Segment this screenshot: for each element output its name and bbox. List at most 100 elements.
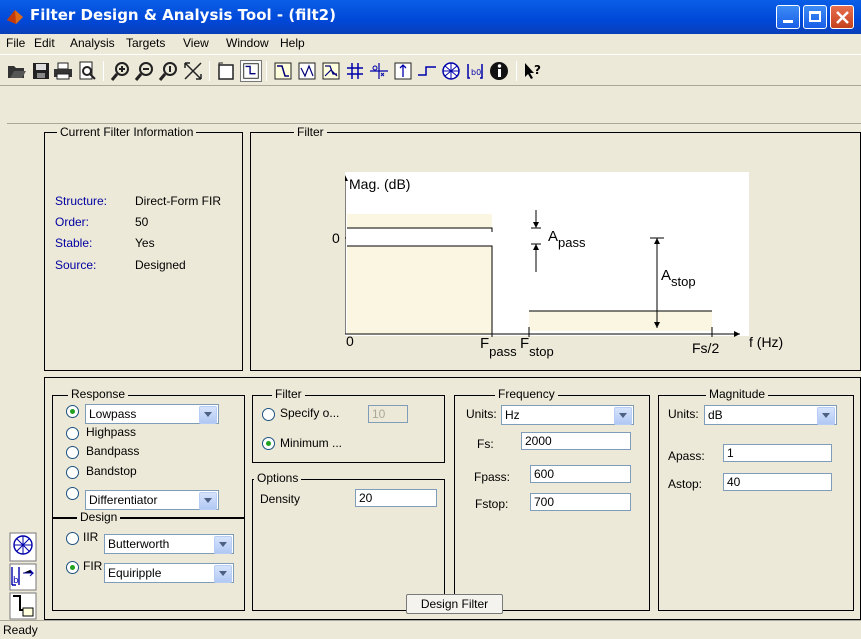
- filter-spec-diagram: [345, 172, 749, 337]
- lowpass-select[interactable]: Lowpass: [85, 404, 219, 424]
- current-filter-info-legend: Current Filter Information: [57, 125, 197, 139]
- order-value: 50: [135, 215, 149, 229]
- chevron-down-icon: [214, 565, 232, 583]
- minimum-order-radio[interactable]: [262, 437, 275, 450]
- bandpass-label: Bandpass: [86, 444, 140, 458]
- source-label: Source:: [55, 258, 97, 272]
- minimum-order-label: Minimum ...: [280, 436, 343, 450]
- zoom-in-icon[interactable]: [110, 60, 132, 82]
- fs-label: Fs:: [477, 437, 494, 451]
- menu-analysis[interactable]: Analysis: [70, 36, 115, 50]
- filter-spec-graphic: [345, 175, 740, 337]
- iir-label: IIR: [83, 530, 99, 544]
- step-response-icon[interactable]: [416, 60, 438, 82]
- menu-file[interactable]: File: [6, 36, 25, 50]
- astop-input[interactable]: 40: [723, 473, 832, 491]
- toolbar: b0 ?: [0, 54, 861, 86]
- chevron-down-icon: [817, 407, 835, 425]
- new-figure-icon[interactable]: [215, 60, 237, 82]
- status-bar: Ready: [0, 620, 861, 639]
- chevron-down-icon: [199, 406, 217, 424]
- density-label: Density: [260, 492, 301, 506]
- apass-field-label: Apass:: [668, 449, 705, 463]
- fstop-input[interactable]: 700: [530, 493, 631, 511]
- fs-input[interactable]: 2000: [521, 432, 631, 450]
- design-filter-mode-icon[interactable]: [240, 60, 262, 82]
- filter-coefficients-icon[interactable]: [440, 60, 462, 82]
- magnitude-phase-icon[interactable]: [320, 60, 342, 82]
- magnitude-panel: [658, 395, 854, 611]
- iir-method-select[interactable]: Butterworth: [104, 534, 234, 554]
- frequency-legend: Frequency: [495, 387, 558, 401]
- fpass-input[interactable]: 600: [530, 465, 631, 483]
- design-filter-panel-icon[interactable]: [9, 592, 37, 620]
- stable-label: Stable:: [55, 236, 93, 250]
- whats-this-help-icon[interactable]: ?: [522, 60, 544, 82]
- mag-units-select[interactable]: dB: [704, 405, 837, 425]
- lowpass-radio[interactable]: [66, 405, 79, 418]
- design-filter-button[interactable]: Design Filter: [406, 594, 503, 614]
- highpass-label: Highpass: [86, 425, 137, 439]
- close-button[interactable]: [830, 5, 854, 29]
- differentiator-radio[interactable]: [66, 487, 79, 500]
- group-delay-icon[interactable]: [344, 60, 366, 82]
- bandstop-radio[interactable]: [66, 466, 79, 479]
- full-view-icon[interactable]: [182, 60, 204, 82]
- fstop-field-label: Fstop:: [475, 497, 509, 511]
- maximize-button[interactable]: [803, 5, 827, 29]
- specify-order-radio[interactable]: [262, 408, 275, 421]
- menu-help[interactable]: Help: [280, 36, 305, 50]
- window-title: Filter Design & Analysis Tool - (filt2): [30, 6, 336, 24]
- fs-half-label: Fs/2: [692, 340, 720, 356]
- svg-text:?: ?: [534, 63, 541, 77]
- zoom-y-icon[interactable]: [158, 60, 180, 82]
- impulse-response-icon[interactable]: [392, 60, 414, 82]
- info-icon[interactable]: [488, 60, 510, 82]
- bandpass-radio[interactable]: [66, 446, 79, 459]
- menu-window[interactable]: Window: [226, 36, 269, 50]
- minimize-icon: [783, 20, 793, 23]
- menu-targets[interactable]: Targets: [126, 36, 165, 50]
- maximize-icon: [809, 11, 821, 22]
- print-preview-icon[interactable]: [76, 60, 98, 82]
- menu-view[interactable]: View: [183, 36, 209, 50]
- status-text: Ready: [3, 623, 38, 637]
- freq-axis-label: f (Hz): [749, 334, 784, 350]
- menu-edit[interactable]: Edit: [34, 36, 55, 50]
- minimize-button[interactable]: [776, 5, 800, 29]
- filter-order-legend: Filter: [272, 387, 305, 401]
- specify-order-label: Specify o...: [280, 406, 340, 420]
- current-filter-info-panel: [44, 132, 243, 371]
- phase-response-icon[interactable]: [296, 60, 318, 82]
- mag-units-label: Units:: [668, 407, 699, 421]
- zoom-x-icon[interactable]: [134, 60, 156, 82]
- realize-model-icon[interactable]: b: [9, 563, 37, 591]
- astop-field-label: Astop:: [668, 477, 703, 491]
- freq-units-select[interactable]: Hz: [501, 405, 634, 425]
- source-value: Designed: [135, 258, 186, 272]
- filter-diagram-legend: Filter: [294, 125, 327, 139]
- pole-zero-editor-icon[interactable]: [9, 532, 37, 562]
- iir-radio[interactable]: [66, 532, 79, 545]
- order-label: Order:: [55, 215, 90, 229]
- save-icon[interactable]: [30, 60, 52, 82]
- open-icon[interactable]: [6, 60, 28, 82]
- options-legend: Options: [254, 471, 302, 485]
- filter-info-coeff-icon[interactable]: b0: [464, 60, 486, 82]
- fstop-label: Fstop: [520, 335, 554, 359]
- highpass-radio[interactable]: [66, 427, 79, 440]
- zero-y-label: 0: [332, 230, 340, 246]
- apass-input[interactable]: 1: [723, 444, 832, 462]
- response-legend: Response: [68, 387, 129, 401]
- fir-radio[interactable]: [66, 561, 79, 574]
- chevron-down-icon: [199, 492, 217, 510]
- fir-method-select[interactable]: Equiripple: [104, 563, 234, 583]
- magnitude-legend: Magnitude: [706, 387, 769, 401]
- differentiator-select[interactable]: Differentiator: [85, 490, 219, 510]
- pole-zero-icon[interactable]: [368, 60, 390, 82]
- magnitude-response-icon[interactable]: [272, 60, 294, 82]
- title-bar[interactable]: Filter Design & Analysis Tool - (filt2): [0, 0, 861, 34]
- print-icon[interactable]: [52, 60, 74, 82]
- specify-order-input[interactable]: 10: [368, 405, 408, 423]
- density-input[interactable]: 20: [355, 489, 437, 507]
